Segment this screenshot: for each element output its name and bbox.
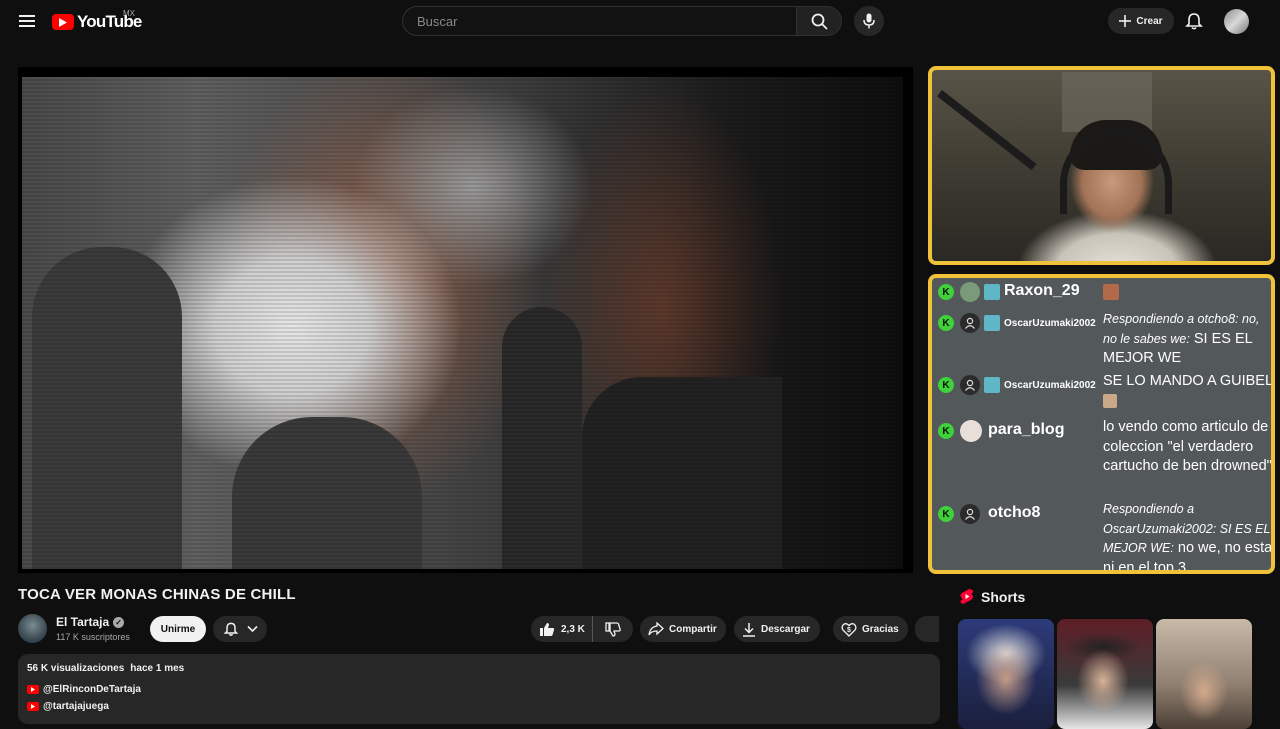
upload-date: hace 1 mes [130, 663, 185, 674]
download-label: Descargar [761, 623, 810, 635]
description-link[interactable]: @ElRinconDeTartaja [27, 684, 931, 695]
kick-badge-icon: K [938, 506, 954, 522]
view-count: 56 K visualizaciones [27, 663, 125, 674]
search-input[interactable] [415, 12, 784, 30]
kick-badge-icon: K [938, 284, 954, 300]
youtube-mini-icon [27, 685, 39, 694]
dislike-button[interactable] [593, 616, 633, 642]
download-button[interactable]: Descargar [734, 616, 820, 642]
search-button[interactable] [796, 6, 842, 36]
short-thumbnail[interactable] [958, 619, 1054, 729]
chat-message-text: Respondiendo a OscarUzumaki2002: SI ES E… [1103, 500, 1271, 570]
video-frame[interactable] [22, 77, 903, 569]
chat-message: K otcho8 Respondiendo a OscarUzumaki2002… [932, 500, 1271, 570]
country-code: MX [123, 9, 135, 18]
chat-username: Raxon_29 [1004, 282, 1080, 299]
chevron-down-icon [246, 625, 258, 633]
user-avatar [960, 420, 982, 442]
search-box[interactable] [402, 6, 796, 36]
notifications-button[interactable] [1184, 11, 1204, 31]
kick-badge-icon: K [938, 377, 954, 393]
channel-name[interactable]: El Tartaja [56, 615, 109, 629]
shorts-heading: Shorts [981, 588, 1026, 605]
like-count: 2,3 K [561, 623, 585, 635]
join-button[interactable]: Unirme [150, 616, 206, 642]
channel-link[interactable]: @tartajajuega [43, 701, 109, 712]
microphone-icon [863, 13, 875, 29]
webcam-overlay [928, 66, 1275, 265]
voice-search-button[interactable] [854, 6, 884, 36]
emote-icon [984, 315, 1000, 331]
chat-message: K Raxon_29 [932, 278, 1271, 306]
share-button[interactable]: Compartir [640, 616, 726, 642]
user-avatar [960, 504, 980, 524]
thanks-label: Gracias [862, 623, 899, 635]
channel-link[interactable]: @ElRinconDeTartaja [43, 684, 141, 695]
top-bar: YouTube MX Crear [0, 0, 1280, 44]
user-avatar [960, 313, 980, 333]
message-body: SE LO MANDO A GUIBEL [1103, 373, 1274, 389]
emote-icon [1103, 394, 1117, 408]
play-logo-icon [52, 14, 74, 30]
shorts-header: Shorts [960, 588, 1025, 605]
youtube-mini-icon [27, 702, 39, 711]
subscribed-notifications-button[interactable] [213, 616, 267, 642]
shorts-icon [960, 589, 974, 604]
menu-icon[interactable] [18, 12, 36, 30]
chat-username: para_blog [988, 421, 1065, 438]
share-label: Compartir [669, 623, 717, 635]
thumbs-up-icon [540, 622, 555, 636]
user-avatar [960, 375, 980, 395]
subscriber-count: 117 K suscriptores [56, 632, 130, 642]
search-icon [811, 13, 828, 30]
emote-icon [984, 284, 1000, 300]
description-box[interactable]: 56 K visualizaciones hace 1 mes @ElRinco… [18, 654, 940, 724]
chat-overlay: K Raxon_29 K OscarUzumaki2002 Respondien… [928, 274, 1275, 574]
chat-message-text: Respondiendo a otcho8: no, no le sabes w… [1103, 310, 1271, 369]
short-thumbnail[interactable] [1057, 619, 1153, 729]
message-body: lo vendo como articulo de coleccion "el … [1103, 419, 1272, 474]
description-link[interactable]: @tartajajuega [27, 701, 931, 712]
video-player[interactable] [18, 67, 913, 573]
create-label: Crear [1136, 15, 1163, 27]
emote-icon [1103, 284, 1119, 300]
thumbs-down-icon [605, 621, 621, 637]
bell-icon [1185, 13, 1203, 30]
verified-check-icon: ✓ [113, 616, 125, 628]
video-title: TOCA VER MONAS CHINAS DE CHILL [18, 586, 296, 603]
chat-message: K OscarUzumaki2002 Respondiendo a otcho8… [932, 310, 1271, 368]
svg-text:$: $ [847, 627, 851, 634]
user-avatar [960, 282, 980, 302]
account-avatar[interactable] [1224, 9, 1249, 34]
like-button[interactable]: 2,3 K [531, 616, 593, 642]
heart-dollar-icon: $ [841, 622, 857, 637]
kick-badge-icon: K [938, 423, 954, 439]
chat-message: K OscarUzumaki2002 SE LO MANDO A GUIBEL [932, 372, 1271, 414]
share-icon [648, 622, 664, 636]
chat-message: K para_blog lo vendo como articulo de co… [932, 415, 1271, 497]
thanks-button[interactable]: $ Gracias [833, 616, 908, 642]
plus-icon [1119, 15, 1132, 27]
channel-name-row[interactable]: El Tartaja ✓ [56, 615, 125, 629]
emote-icon [984, 377, 1000, 393]
chat-username: OscarUzumaki2002 [1004, 318, 1096, 329]
like-dislike-group: 2,3 K [531, 616, 633, 642]
download-icon [743, 622, 755, 637]
chat-username: otcho8 [988, 504, 1041, 521]
create-button[interactable]: Crear [1108, 8, 1174, 34]
short-thumbnail[interactable] [1156, 619, 1252, 729]
more-actions-button[interactable] [915, 616, 939, 642]
chat-username: OscarUzumaki2002 [1004, 380, 1096, 391]
channel-avatar[interactable] [18, 614, 47, 643]
kick-badge-icon: K [938, 315, 954, 331]
bell-icon [223, 622, 238, 636]
